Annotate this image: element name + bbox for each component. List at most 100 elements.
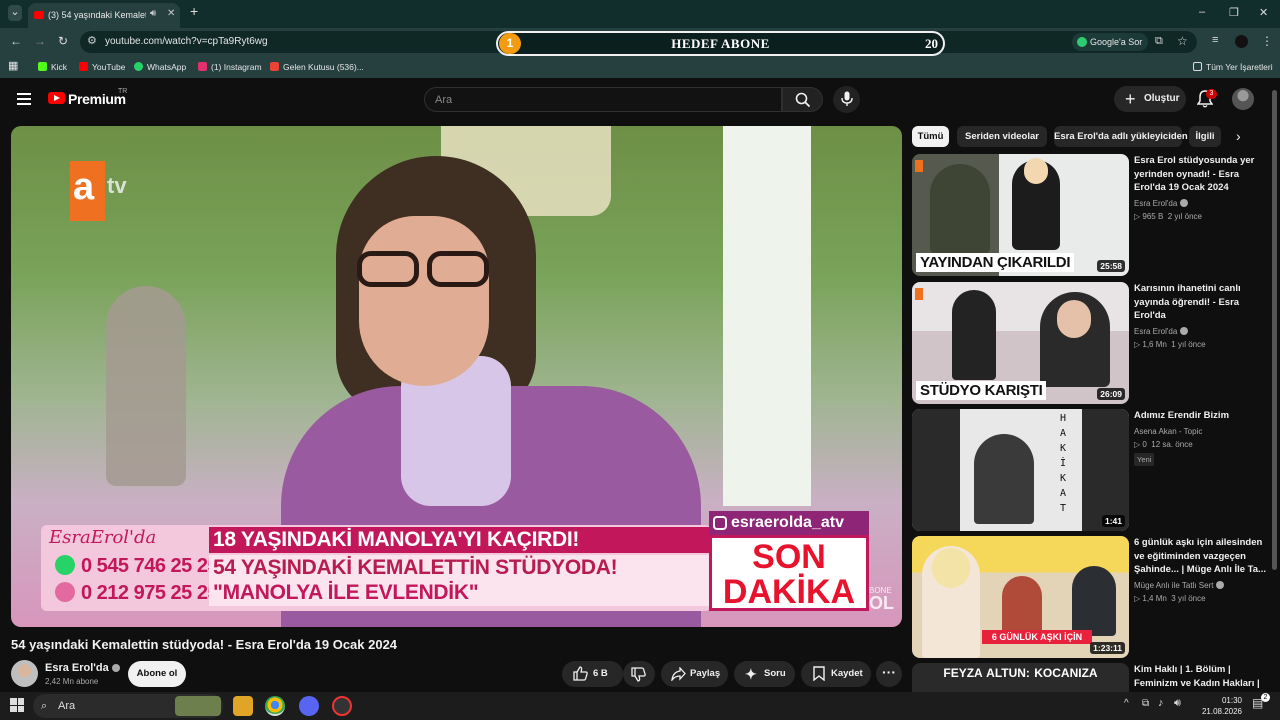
- new-tab-icon[interactable]: +: [190, 3, 198, 19]
- profile-icon[interactable]: [1235, 35, 1248, 48]
- share-button[interactable]: Paylaş: [661, 661, 728, 687]
- youtube-play-icon: [48, 92, 65, 104]
- chip-related[interactable]: İlgili: [1189, 126, 1221, 147]
- related-video[interactable]: HAKİKAT 1:41 Adımız Erendir Bizim Asena …: [912, 409, 1272, 531]
- folder-icon: [1193, 62, 1202, 71]
- all-bookmarks[interactable]: Tüm Yer İşaretleri: [1193, 62, 1273, 72]
- site-info-icon[interactable]: ⚙: [87, 34, 97, 47]
- account-avatar[interactable]: [1232, 88, 1254, 110]
- related-channel[interactable]: Esra Erol'da: [1134, 198, 1270, 208]
- taskbar-search[interactable]: ⌕ Ara: [33, 694, 223, 718]
- related-stats: ▷ 1,4 Mn 3 yıl önce: [1134, 593, 1206, 603]
- tray-chevron-icon[interactable]: ^: [1124, 698, 1129, 709]
- chip-uploader[interactable]: Esra Erol'da adlı yükleyiciden: [1054, 126, 1188, 147]
- minimize-icon[interactable]: –: [1199, 6, 1205, 18]
- video-player[interactable]: a tv EsraErol'da 0 545 746 25 25 0 212 9…: [11, 126, 902, 627]
- related-title[interactable]: Kim Haklı | 1. Bölüm | Feminizm ve Kadın…: [1134, 663, 1270, 690]
- reload-icon[interactable]: ↻: [58, 34, 68, 48]
- bookmark-star-icon[interactable]: ☆: [1177, 34, 1188, 48]
- related-stats: ▷ 965 B 2 yıl önce: [1134, 211, 1202, 221]
- close-window-icon[interactable]: ✕: [1259, 6, 1268, 19]
- bookmark-whatsapp[interactable]: WhatsApp: [134, 62, 186, 72]
- back-icon[interactable]: ←: [10, 34, 22, 48]
- related-video[interactable]: 6 GÜNLÜK AŞKI İÇİN 1:23:11 6 günlük aşkı…: [912, 536, 1272, 658]
- install-icon[interactable]: ⧉: [1155, 35, 1163, 48]
- subscribe-button[interactable]: Abone ol: [128, 661, 186, 687]
- channel-name[interactable]: Esra Erol'da: [45, 662, 120, 674]
- dislike-button[interactable]: [623, 661, 655, 687]
- tab-search-icon[interactable]: ⌄: [8, 5, 22, 21]
- media-icon[interactable]: ≡: [1212, 34, 1218, 46]
- system-clock[interactable]: 01:30 21.08.2026: [1192, 695, 1242, 717]
- like-button[interactable]: 6 B: [562, 661, 623, 687]
- related-title[interactable]: Esra Erol stüdyosunda yer yerinden oynad…: [1134, 154, 1270, 195]
- close-tab-icon[interactable]: ✕: [167, 8, 175, 19]
- more-actions-icon[interactable]: ···: [876, 661, 902, 687]
- apps-grid-icon[interactable]: ▦: [8, 59, 18, 72]
- related-title[interactable]: Karısının ihanetini canlı yayında öğrend…: [1134, 282, 1270, 323]
- breaking-dakika: DAKİKA: [722, 573, 856, 611]
- related-channel[interactable]: Müge Anlı ile Tatlı Sert: [1134, 580, 1270, 590]
- forward-icon[interactable]: →: [34, 34, 46, 48]
- video-thumbnail[interactable]: STÜDYO KARIŞTI 26:09: [912, 282, 1129, 404]
- bookmark-gmail[interactable]: Gelen Kutusu (536)...: [270, 62, 364, 72]
- address-bar[interactable]: ⚙ youtube.com/watch?v=cpTa9Ryt6wg 1 HEDE…: [80, 31, 1197, 56]
- tray-app-icon[interactable]: ⧉: [1142, 698, 1149, 709]
- related-video[interactable]: STÜDYO KARIŞTI 26:09 Karısının ihanetini…: [912, 282, 1272, 404]
- instagram-icon: [713, 516, 727, 530]
- kick-icon: [38, 62, 47, 71]
- create-button[interactable]: + Oluştur: [1114, 86, 1186, 112]
- discord-icon[interactable]: [299, 696, 319, 716]
- video-thumbnail[interactable]: HAKİKAT 1:41: [912, 409, 1129, 531]
- atv-logo: a: [70, 161, 105, 221]
- clock-date: 21.08.2026: [1201, 707, 1242, 716]
- voice-search-button[interactable]: [833, 86, 860, 113]
- windows-start-icon[interactable]: [10, 698, 24, 712]
- bookmark-youtube[interactable]: YouTube: [79, 62, 125, 72]
- chip-series[interactable]: Seriden videolar: [957, 126, 1047, 147]
- gmail-icon: [270, 62, 279, 71]
- restore-icon[interactable]: ❐: [1229, 6, 1239, 19]
- speaker-icon[interactable]: 🔊︎: [150, 8, 156, 19]
- related-video[interactable]: YAYINDAN ÇIKARILDI 25:58 Esra Erol stüdy…: [912, 154, 1272, 276]
- obs-icon[interactable]: [332, 696, 352, 716]
- page-scrollbar[interactable]: [1272, 90, 1277, 570]
- verified-icon: [1216, 580, 1225, 589]
- url-text: youtube.com/watch?v=cpTa9Ryt6wg: [105, 36, 268, 47]
- menu-kebab-icon[interactable]: ⋮: [1261, 34, 1273, 48]
- instagram-icon: [198, 62, 207, 71]
- browser-tab[interactable]: (3) 54 yaşındaki Kemalettin 🔊︎ ✕: [28, 3, 180, 28]
- video-title: 54 yaşındaki Kemalettin stüdyoda! - Esra…: [11, 637, 398, 652]
- related-channel[interactable]: Esra Erol'da: [1134, 326, 1270, 336]
- search-input[interactable]: Ara: [424, 87, 782, 112]
- related-video[interactable]: FEYZA ALTUN: KOCANIZA Kim Haklı | 1. Böl…: [912, 663, 1272, 692]
- goal-overlay: 1 HEDEF ABONE 20: [496, 31, 945, 56]
- speaker-tray-icon[interactable]: 🔊︎: [1174, 697, 1181, 710]
- ask-google-button[interactable]: Google'a Sor: [1072, 33, 1148, 51]
- video-thumbnail[interactable]: FEYZA ALTUN: KOCANIZA: [912, 663, 1129, 692]
- related-title[interactable]: Adımız Erendir Bizim: [1134, 409, 1270, 423]
- search-button[interactable]: [782, 87, 823, 112]
- ask-button[interactable]: ✦ Soru: [734, 661, 795, 687]
- hamburger-menu-icon[interactable]: [17, 93, 31, 105]
- thumbnail-caption: 6 GÜNLÜK AŞKI İÇİN: [982, 630, 1092, 644]
- related-title[interactable]: 6 günlük aşkı için ailesinden ve eğitimi…: [1134, 536, 1270, 577]
- video-thumbnail[interactable]: 6 GÜNLÜK AŞKI İÇİN 1:23:11: [912, 536, 1129, 658]
- goal-target: 20: [925, 36, 938, 51]
- mic-tray-icon[interactable]: ♪: [1158, 697, 1164, 709]
- youtube-icon: [79, 62, 88, 71]
- video-thumbnail[interactable]: YAYINDAN ÇIKARILDI 25:58: [912, 154, 1129, 276]
- chrome-icon[interactable]: [265, 696, 285, 716]
- related-channel[interactable]: Asena Akan - Topic: [1134, 427, 1270, 436]
- youtube-favicon-icon: [34, 11, 44, 19]
- search-placeholder: Ara: [435, 94, 453, 106]
- bookmark-instagram[interactable]: (1) Instagram: [198, 62, 262, 72]
- channel-avatar[interactable]: [11, 660, 38, 687]
- save-label: Kaydet: [831, 668, 863, 679]
- bookmark-kick[interactable]: Kick: [38, 62, 67, 72]
- chevron-right-icon[interactable]: ›: [1236, 128, 1241, 144]
- google-lens-icon: [1077, 37, 1087, 47]
- save-button[interactable]: Kaydet: [801, 661, 871, 687]
- chip-all[interactable]: Tümü: [912, 126, 949, 147]
- file-explorer-icon[interactable]: [233, 696, 253, 716]
